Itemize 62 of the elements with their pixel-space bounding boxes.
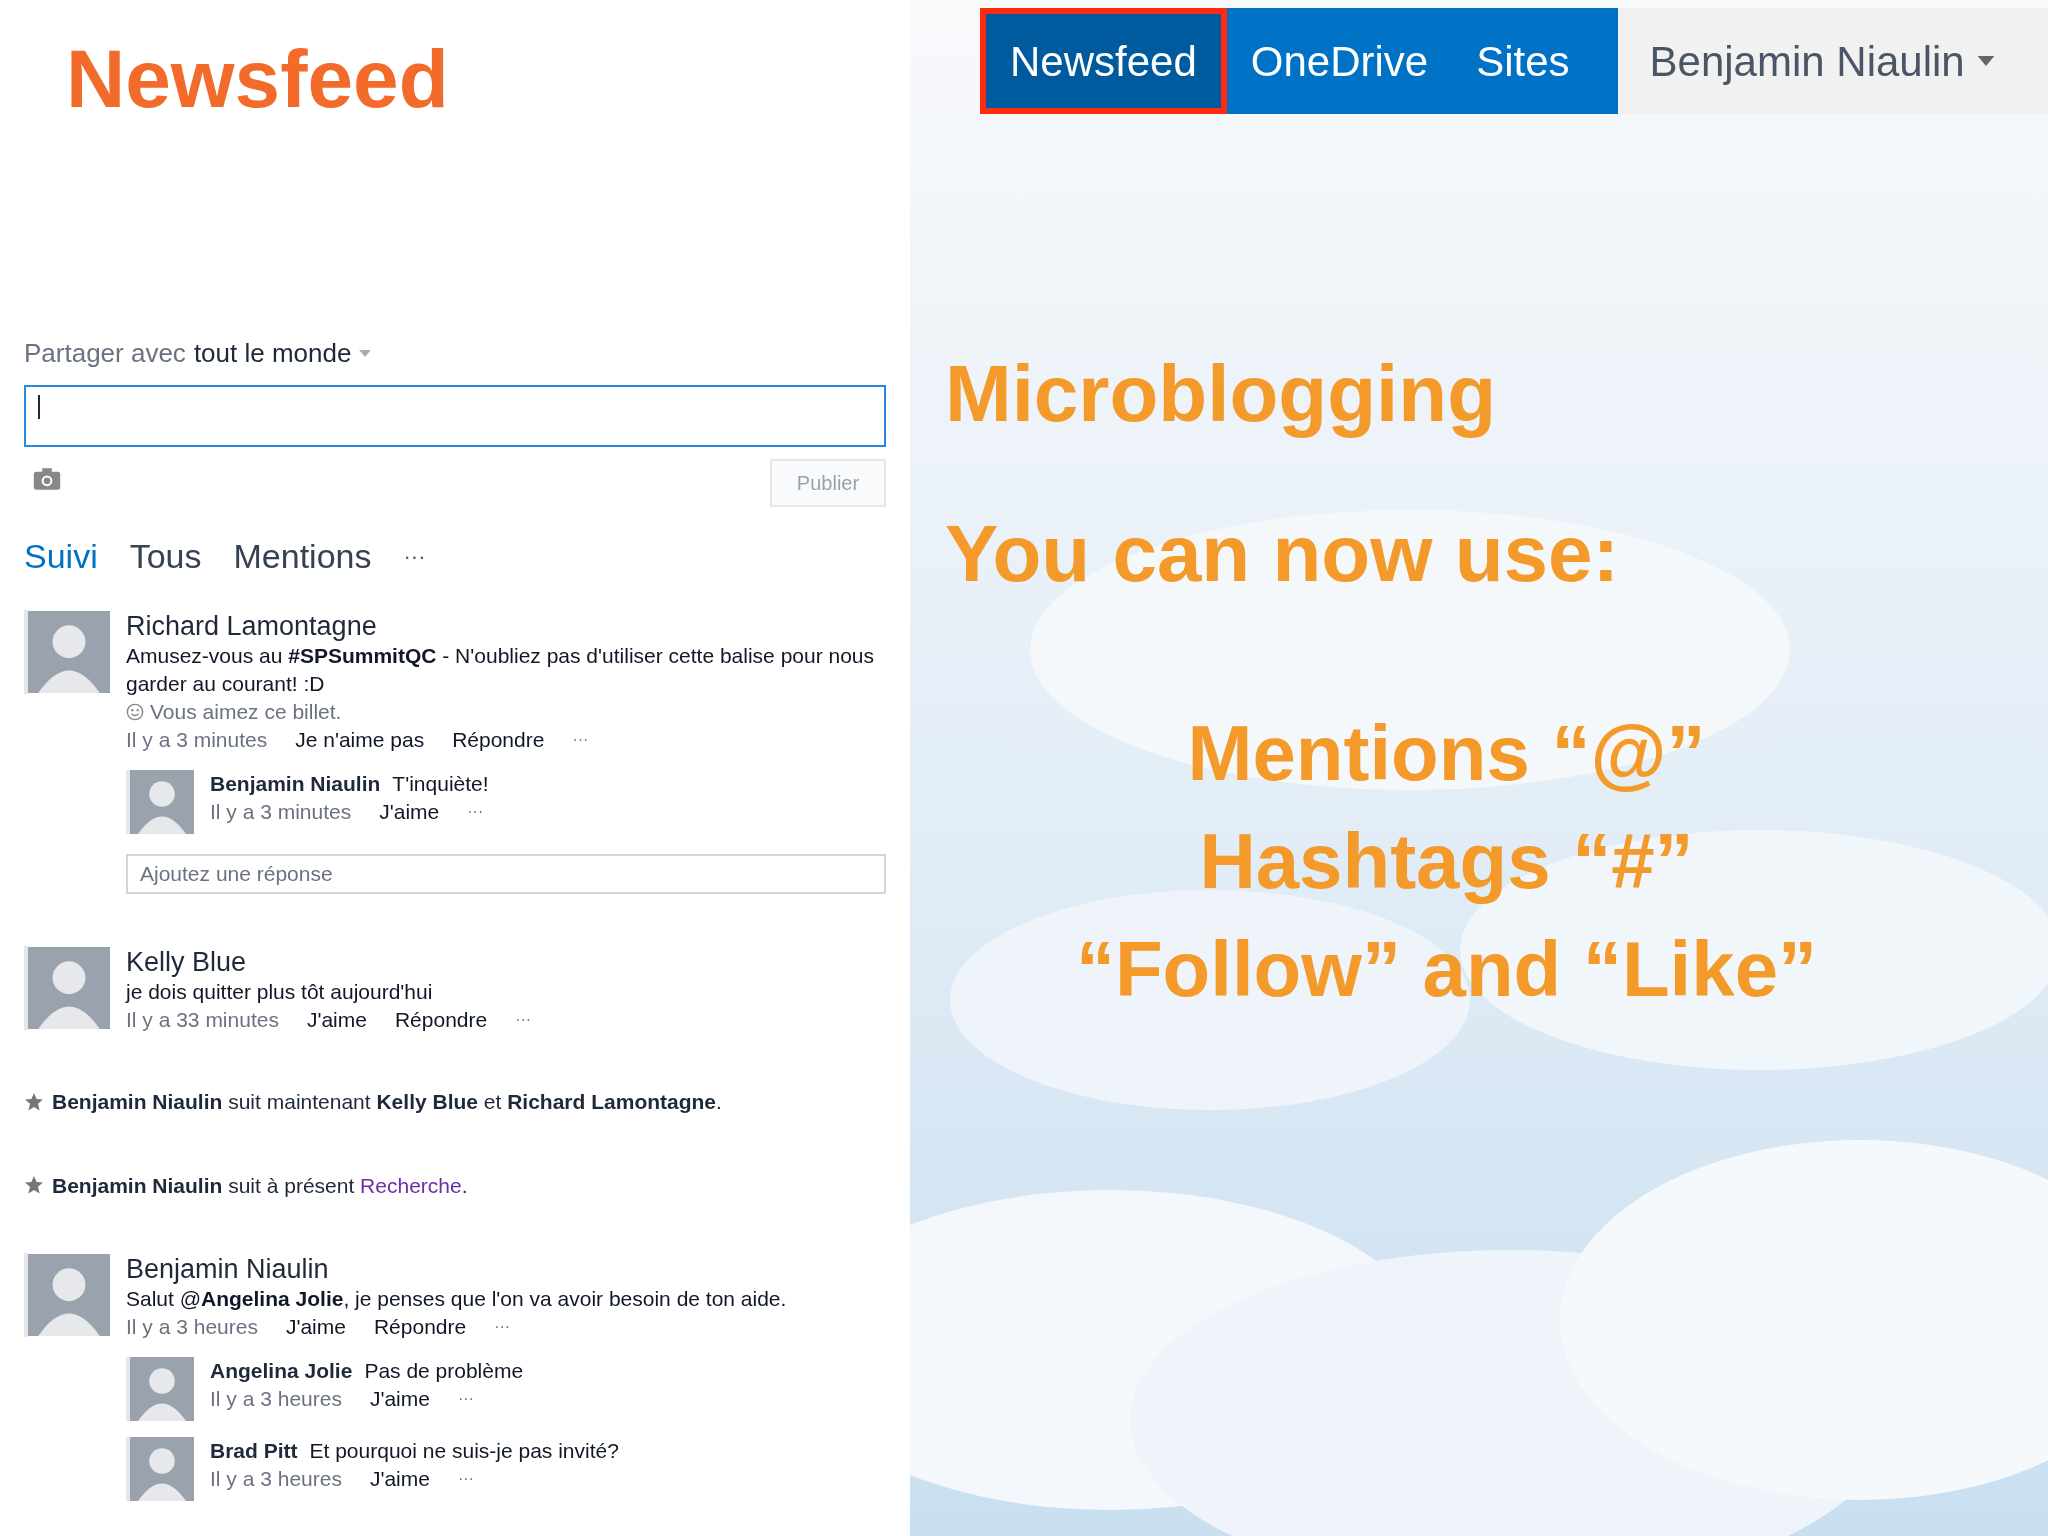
post-action-link[interactable]: Répondre bbox=[452, 726, 545, 754]
link[interactable]: Recherche bbox=[360, 1173, 462, 1197]
post-time: Il y a 3 heures bbox=[210, 1466, 342, 1492]
liked-note: Vous aimez ce billet. bbox=[150, 699, 342, 725]
share-label: Partager avec bbox=[24, 337, 186, 370]
more-button[interactable]: ··· bbox=[457, 1385, 474, 1413]
post-action-link[interactable]: J'aime bbox=[306, 1006, 367, 1034]
post-input-field[interactable] bbox=[24, 385, 886, 447]
post-time: Il y a 3 minutes bbox=[126, 727, 268, 753]
post-author[interactable]: Kelly Blue bbox=[126, 946, 886, 978]
feed-tab[interactable]: Suivi bbox=[24, 531, 98, 582]
more-button[interactable]: ··· bbox=[572, 726, 589, 754]
post-action-link[interactable]: J'aime bbox=[285, 1313, 346, 1341]
post-action-link[interactable]: J'aime bbox=[379, 798, 440, 826]
slide-point: “Follow” and “Like” bbox=[1075, 930, 1817, 1008]
slide-subheading: You can now use: bbox=[945, 514, 1621, 594]
post-action-link[interactable]: Répondre bbox=[373, 1313, 467, 1341]
avatar bbox=[126, 1437, 194, 1501]
reply-author[interactable]: Benjamin Niaulin bbox=[210, 770, 381, 798]
avatar bbox=[126, 770, 194, 834]
reply-text: Pas de problème bbox=[364, 1358, 524, 1384]
slide-point: Mentions “@” bbox=[1187, 714, 1706, 792]
reply-text: T'inquiète! bbox=[392, 771, 489, 797]
post-action-link[interactable]: J'aime bbox=[369, 1385, 430, 1413]
more-button[interactable]: ··· bbox=[494, 1313, 511, 1341]
audience-dropdown[interactable]: tout le monde bbox=[193, 334, 372, 373]
caret-icon bbox=[359, 350, 372, 357]
post-text: je dois quitter plus tôt aujourd'hui bbox=[126, 979, 434, 1005]
post-text: Salut @Angelina Jolie, je penses que l'on va avoir besoin de ton aide. bbox=[126, 1286, 788, 1312]
more-button[interactable]: ··· bbox=[457, 1465, 474, 1493]
star-icon bbox=[24, 1091, 44, 1112]
post-time: Il y a 3 heures bbox=[210, 1386, 342, 1412]
activity-text: Benjamin Niaulin suit maintenant Kelly Blue et Richard Lamontagne. bbox=[52, 1089, 722, 1115]
camera-icon[interactable] bbox=[32, 467, 62, 491]
post-action-link[interactable]: J'aime bbox=[369, 1465, 430, 1493]
post-author[interactable]: Benjamin Niaulin bbox=[126, 1253, 886, 1285]
star-icon bbox=[24, 1175, 44, 1196]
slide-title: Newsfeed bbox=[66, 38, 450, 120]
more-button[interactable]: ··· bbox=[467, 798, 484, 826]
post-text: Amusez-vous au #SPSummitQC - N'oubliez pas d'utiliser cette balise pour nous garder au courant! :D bbox=[126, 643, 876, 697]
reply-author[interactable]: Angelina Jolie bbox=[210, 1357, 353, 1385]
nav-tab[interactable]: OneDrive bbox=[1226, 8, 1453, 114]
post-author[interactable]: Richard Lamontagne bbox=[126, 610, 886, 642]
post-time: Il y a 3 minutes bbox=[210, 799, 352, 825]
reply-field[interactable]: Ajoutez une réponse bbox=[126, 854, 886, 894]
post-time: Il y a 3 heures bbox=[126, 1314, 258, 1340]
feed-tab[interactable]: Mentions bbox=[233, 531, 372, 582]
post-time: Il y a 33 minutes bbox=[126, 1007, 279, 1033]
more-button[interactable]: ··· bbox=[515, 1006, 532, 1034]
activity-text: Benjamin Niaulin suit à présent Recherche. bbox=[52, 1172, 468, 1199]
caret-icon bbox=[1976, 56, 1995, 66]
post-action-link[interactable]: Je n'aime pas bbox=[295, 726, 425, 754]
nav-tab[interactable]: Sites bbox=[1452, 8, 1594, 114]
smiley-icon bbox=[126, 703, 144, 721]
user-menu[interactable]: Benjamin Niaulin bbox=[1617, 8, 2048, 114]
more-tabs-button[interactable]: ··· bbox=[403, 540, 426, 573]
reply-text: Et pourquoi ne suis-je pas invité? bbox=[309, 1438, 619, 1464]
reply-author[interactable]: Brad Pitt bbox=[210, 1437, 298, 1465]
avatar bbox=[126, 1357, 194, 1421]
nav-tab[interactable]: Newsfeed bbox=[980, 8, 1227, 114]
feed-tab[interactable]: Tous bbox=[129, 531, 202, 582]
post-action-link[interactable]: Répondre bbox=[394, 1006, 488, 1034]
